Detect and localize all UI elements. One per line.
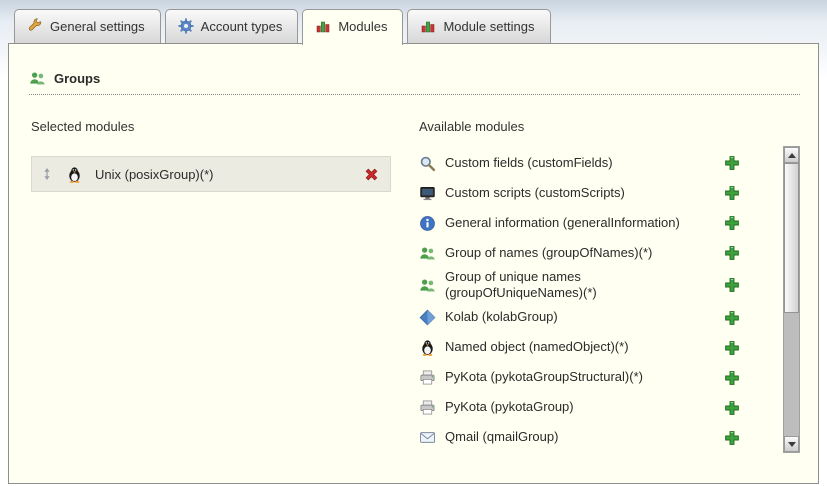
module-label: Custom fields (customFields) [445,155,613,171]
available-module-row: Custom fields (customFields) [419,148,740,178]
arrow-down-icon [788,442,796,447]
penguin-icon [66,166,83,183]
module-label: Group of unique names (groupOfUniqueName… [445,269,710,302]
add-module-button[interactable] [724,215,740,231]
available-modules-heading: Available modules [419,119,800,134]
module-label: Custom scripts (customScripts) [445,185,625,201]
tab-label: Account types [201,19,283,34]
available-module-row: Kolab (kolabGroup) [419,303,740,333]
add-module-button[interactable] [724,310,740,326]
module-label: Group of names (groupOfNames)(*) [445,245,652,261]
scrollbar-thumb[interactable] [784,163,799,313]
group-icon [419,277,436,294]
module-label: Qmail (qmailGroup) [445,429,558,445]
add-module-button[interactable] [724,155,740,171]
add-module-button[interactable] [724,277,740,293]
selected-modules-column: Selected modules Unix (posixGroup)(*) [31,119,391,453]
tab-module-settings[interactable]: Module settings [407,9,550,43]
scroll-up-button[interactable] [784,147,799,163]
gear-icon [178,18,194,34]
module-columns: Selected modules Unix (posixGroup)(*) Av… [9,119,818,453]
modules-panel: Groups Selected modules Unix (posixGroup… [8,43,819,484]
tab-label: Modules [338,19,387,34]
add-module-button[interactable] [724,370,740,386]
tab-label: Module settings [443,19,534,34]
group-icon [419,245,436,262]
wrench-icon [27,18,43,34]
magnifier-icon [419,155,436,172]
available-module-row: Group of unique names (groupOfUniqueName… [419,268,740,303]
scrollbar-track[interactable] [784,163,799,436]
add-module-button[interactable] [724,430,740,446]
selected-modules-list: Unix (posixGroup)(*) [31,156,391,192]
info-icon [419,215,436,232]
add-module-button[interactable] [724,185,740,201]
section-title: Groups [54,71,100,86]
tab-label: General settings [50,19,145,34]
modules-icon [315,18,331,34]
printer-icon [419,399,436,416]
available-module-row: Qmail (qmailGroup) [419,423,740,453]
module-label: General information (generalInformation) [445,215,680,231]
modules-icon [420,18,436,34]
available-module-row: General information (generalInformation) [419,208,740,238]
available-module-row: Group of names (groupOfNames)(*) [419,238,740,268]
penguin-icon [419,339,436,356]
add-module-button[interactable] [724,400,740,416]
selected-modules-heading: Selected modules [31,119,391,134]
available-module-row: Named object (namedObject)(*) [419,333,740,363]
tab-bar: General settings Account types Modules M… [0,0,827,43]
selected-module-label: Unix (posixGroup)(*) [95,167,213,182]
arrow-up-icon [788,153,796,158]
sort-handle-icon[interactable] [40,166,54,182]
tab-modules[interactable]: Modules [302,9,403,45]
tab-general-settings[interactable]: General settings [14,9,161,43]
module-label: Named object (namedObject)(*) [445,339,629,355]
available-module-row: PyKota (pykotaGroupStructural)(*) [419,363,740,393]
available-module-row: Custom scripts (customScripts) [419,178,740,208]
module-label: Kolab (kolabGroup) [445,309,558,325]
printer-icon [419,369,436,386]
add-module-button[interactable] [724,245,740,261]
available-modules-column: Available modules Custom fields (customF… [419,119,800,453]
screen-icon [419,185,436,202]
mail-icon [419,429,436,446]
available-module-row: PyKota (pykotaGroup) [419,393,740,423]
available-modules-list: Custom fields (customFields) Custom scri… [419,148,800,453]
module-label: PyKota (pykotaGroup) [445,399,574,415]
kolab-icon [419,309,436,326]
tab-account-types[interactable]: Account types [165,9,299,43]
add-module-button[interactable] [724,340,740,356]
scroll-down-button[interactable] [784,436,799,452]
groups-section-heading: Groups [29,70,800,95]
delete-module-button[interactable] [363,166,380,183]
selected-module-row: Unix (posixGroup)(*) [31,156,391,192]
module-label: PyKota (pykotaGroupStructural)(*) [445,369,643,385]
available-modules-scrollbar [783,146,800,453]
groups-icon [29,70,46,87]
